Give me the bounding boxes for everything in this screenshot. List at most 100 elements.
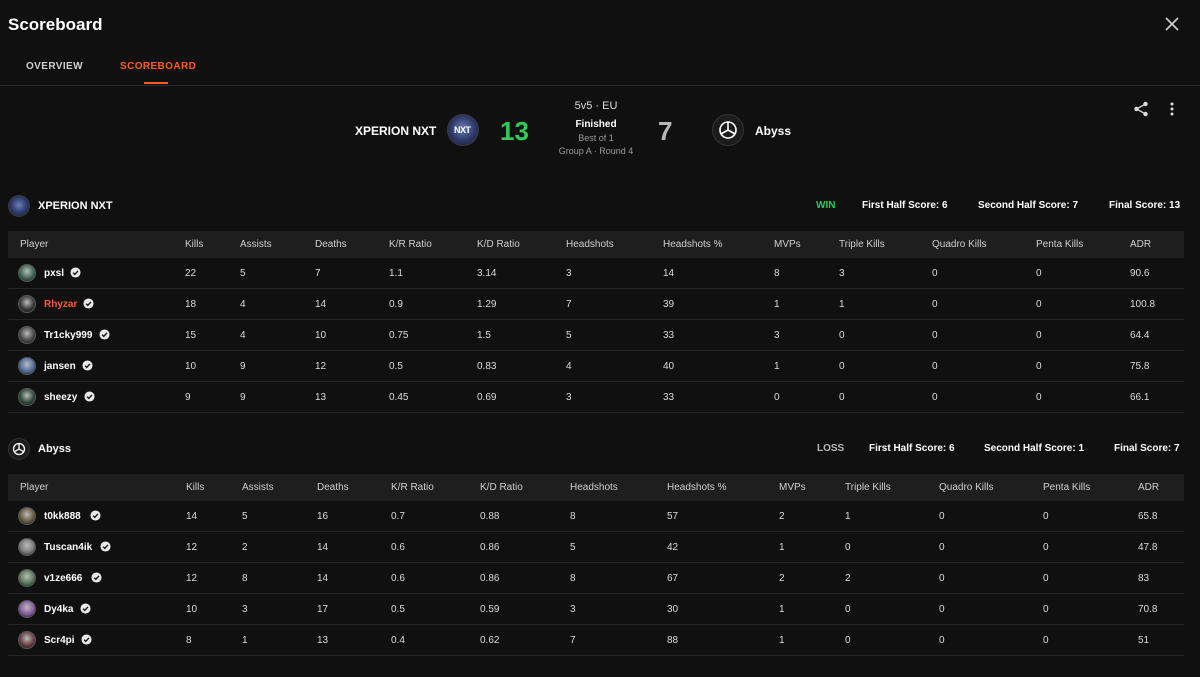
- cell-kr-ratio: 0.5: [391, 604, 405, 615]
- cell-kills: 9: [185, 392, 191, 403]
- cell-kr-ratio: 0.9: [389, 299, 403, 310]
- team1-result: WIN: [816, 200, 836, 211]
- match-status: Finished: [575, 119, 617, 130]
- cell-headshots: 3: [570, 604, 576, 615]
- column-header[interactable]: Headshots %: [667, 482, 726, 493]
- player-name: pxsl: [44, 268, 65, 279]
- close-button[interactable]: [1162, 14, 1182, 34]
- table-row: pxsl 22 5 7 1.1 3.14 3 14 8 3 0 0 90.6: [8, 258, 1184, 289]
- verified-check-icon: [100, 541, 111, 552]
- cell-adr: 83: [1138, 573, 1150, 584]
- cell-mvps: 2: [779, 573, 785, 584]
- column-header[interactable]: Triple Kills: [839, 239, 885, 250]
- cell-penta-kills: 0: [1043, 635, 1049, 646]
- cell-quadro-kills: 0: [932, 330, 938, 341]
- cell-kills: 12: [186, 542, 198, 553]
- team1-score: 13: [500, 116, 529, 146]
- cell-kr-ratio: 0.6: [391, 573, 405, 584]
- team2-logo: [712, 114, 744, 146]
- cell-mvps: 1: [774, 361, 780, 372]
- column-header[interactable]: Quadro Kills: [932, 239, 986, 250]
- cell-penta-kills: 0: [1036, 299, 1042, 310]
- verified-check-icon: [80, 603, 91, 614]
- cell-headshots: 4: [566, 361, 572, 372]
- cell-kd-ratio: 1.29: [477, 299, 497, 310]
- column-header[interactable]: Penta Kills: [1036, 239, 1083, 250]
- tab-overview[interactable]: OVERVIEW: [26, 61, 83, 72]
- table-header: Player Kills Assists Deaths K/R Ratio K/D Rat…: [8, 231, 1184, 258]
- column-header[interactable]: Penta Kills: [1043, 482, 1090, 493]
- cell-kr-ratio: 0.75: [389, 330, 409, 341]
- player-name: t0kk888: [44, 511, 81, 522]
- cell-kills: 10: [185, 361, 197, 372]
- more-vertical-icon: [1170, 102, 1174, 116]
- column-header[interactable]: K/R Ratio: [391, 482, 434, 493]
- avatar: [18, 569, 36, 587]
- column-header[interactable]: ADR: [1130, 239, 1151, 250]
- more-options-button[interactable]: [1166, 101, 1178, 117]
- active-tab-indicator: [144, 82, 168, 84]
- cell-kr-ratio: 0.6: [391, 542, 405, 553]
- verified-check-icon: [70, 267, 81, 278]
- cell-quadro-kills: 0: [939, 604, 945, 615]
- verified-check-icon: [83, 298, 94, 309]
- cell-mvps: 1: [774, 299, 780, 310]
- cell-quadro-kills: 0: [939, 635, 945, 646]
- column-header[interactable]: Kills: [185, 239, 203, 250]
- team2-section-name: Abyss: [38, 443, 72, 455]
- column-header[interactable]: Deaths: [317, 482, 349, 493]
- column-header[interactable]: Deaths: [315, 239, 347, 250]
- column-header[interactable]: Player: [20, 482, 48, 493]
- player-name: Rhyzar: [44, 299, 78, 310]
- column-header[interactable]: Headshots: [566, 239, 614, 250]
- cell-headshots-pct: 88: [667, 635, 679, 646]
- table-row: Tuscan4ik 12 2 14 0.6 0.86 5 42 1 0 0 0 47.8: [8, 532, 1184, 563]
- column-header[interactable]: ADR: [1138, 482, 1159, 493]
- cell-headshots-pct: 42: [667, 542, 679, 553]
- cell-assists: 9: [240, 392, 246, 403]
- column-header[interactable]: Triple Kills: [845, 482, 891, 493]
- column-header[interactable]: Assists: [242, 482, 274, 493]
- column-header[interactable]: K/D Ratio: [480, 482, 523, 493]
- verified-check-icon: [99, 329, 110, 340]
- team1-summary-bar: XPERION NXT WIN First Half Score: 6 Seco…: [0, 192, 1200, 220]
- column-header[interactable]: Headshots: [570, 482, 618, 493]
- cell-adr: 70.8: [1138, 604, 1158, 615]
- team1-small-logo: [8, 195, 30, 217]
- cell-kr-ratio: 0.7: [391, 511, 405, 522]
- team2-first-half: First Half Score: 6: [869, 443, 955, 454]
- column-header[interactable]: MVPs: [774, 239, 801, 250]
- cell-triple-kills: 0: [839, 392, 845, 403]
- cell-assists: 1: [242, 635, 248, 646]
- column-header[interactable]: MVPs: [779, 482, 806, 493]
- column-header[interactable]: Quadro Kills: [939, 482, 993, 493]
- team1-second-half: Second Half Score: 7: [978, 200, 1079, 211]
- table-row: Scr4pi 8 1 13 0.4 0.62 7 88 1 0 0 0 51: [8, 625, 1184, 656]
- cell-headshots: 5: [570, 542, 576, 553]
- cell-adr: 51: [1138, 635, 1150, 646]
- verified-check-icon: [81, 634, 92, 645]
- table-row: Rhyzar 18 4 14 0.9 1.29 7 39 1 1 0 0 100.8: [8, 289, 1184, 320]
- column-header[interactable]: Player: [20, 239, 48, 250]
- table-header: Player Kills Assists Deaths K/R Ratio K/D Rat…: [8, 474, 1184, 501]
- cell-kd-ratio: 0.86: [480, 573, 500, 584]
- cell-adr: 75.8: [1130, 361, 1150, 372]
- cell-kills: 22: [185, 268, 197, 279]
- team1-final-score: Final Score: 13: [1109, 200, 1181, 211]
- cell-quadro-kills: 0: [932, 361, 938, 372]
- avatar: [18, 326, 36, 344]
- match-best-of: Best of 1: [578, 133, 614, 143]
- column-header[interactable]: Assists: [240, 239, 272, 250]
- cell-adr: 65.8: [1138, 511, 1158, 522]
- tab-scoreboard[interactable]: SCOREBOARD: [120, 61, 196, 72]
- cell-penta-kills: 0: [1043, 604, 1049, 615]
- cell-kr-ratio: 0.5: [389, 361, 403, 372]
- team1-name: XPERION NXT: [355, 124, 437, 138]
- column-header[interactable]: K/R Ratio: [389, 239, 432, 250]
- column-header[interactable]: Headshots %: [663, 239, 722, 250]
- column-header[interactable]: K/D Ratio: [477, 239, 520, 250]
- share-button[interactable]: [1133, 101, 1149, 117]
- column-header[interactable]: Kills: [186, 482, 204, 493]
- tab-bar: OVERVIEW SCOREBOARD: [0, 50, 1200, 86]
- cell-headshots: 3: [566, 392, 572, 403]
